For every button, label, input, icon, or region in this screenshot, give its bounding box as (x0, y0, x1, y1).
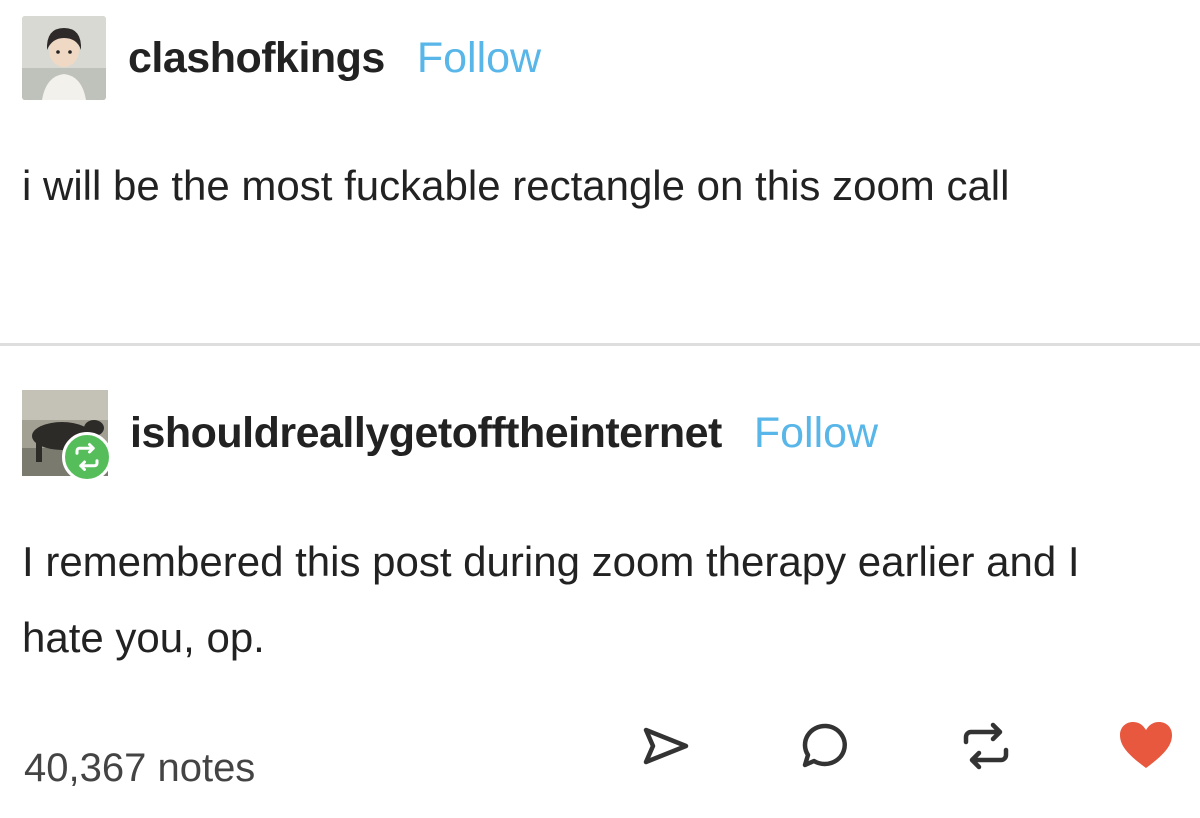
follow-button[interactable]: Follow (417, 34, 541, 83)
post-footer: 40,367 notes (0, 716, 1200, 818)
original-post: clashofkings Follow i will be the most f… (0, 0, 1200, 343)
reblog-badge-icon (62, 432, 112, 482)
like-icon[interactable] (1116, 716, 1176, 776)
post-author-username[interactable]: clashofkings (128, 34, 385, 83)
notes-count[interactable]: 40,367 notes (24, 746, 255, 791)
avatar[interactable] (22, 16, 106, 100)
share-icon[interactable] (636, 716, 696, 776)
avatar-image (22, 16, 106, 100)
follow-button[interactable]: Follow (754, 409, 878, 458)
reblog-header: ishouldreallygetofftheinternet Follow (22, 390, 878, 482)
post-header: clashofkings Follow (22, 16, 541, 100)
avatar[interactable] (22, 390, 112, 482)
reply-icon[interactable] (796, 716, 856, 776)
reblog-icon[interactable] (956, 716, 1016, 776)
reblog-body-text: I remembered this post during zoom thera… (22, 538, 1080, 661)
post-body-text: i will be the most fuckable rectangle on… (22, 162, 1010, 209)
reblogger-username[interactable]: ishouldreallygetofftheinternet (130, 409, 722, 458)
